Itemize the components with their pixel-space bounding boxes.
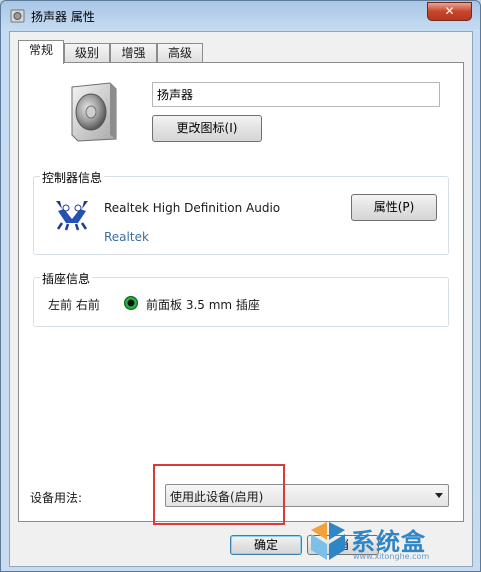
controller-info-group: 控制器信息 Realtek High Definition Audio Real… bbox=[33, 169, 449, 255]
tab-label: 增强 bbox=[121, 46, 146, 60]
device-name-input[interactable] bbox=[152, 82, 440, 107]
tab-advanced[interactable]: 高级 bbox=[157, 43, 203, 63]
jack-info-label: 插座信息 bbox=[40, 270, 93, 287]
realtek-crab-icon bbox=[56, 201, 88, 231]
watermark-logo-icon bbox=[311, 522, 345, 560]
speaker-icon bbox=[71, 82, 117, 142]
change-icon-button[interactable]: 更改图标(I) bbox=[152, 115, 262, 142]
watermark: 系统盒 www.xitonghe.com bbox=[301, 516, 471, 568]
general-panel: 更改图标(I) 控制器信息 Realtek High Definition Au… bbox=[18, 62, 464, 522]
device-usage-label: 设备用法: bbox=[30, 491, 83, 505]
close-button[interactable]: ✕ bbox=[427, 2, 472, 21]
tab-levels[interactable]: 级别 bbox=[64, 43, 110, 63]
close-icon: ✕ bbox=[444, 4, 455, 18]
controller-name: Realtek High Definition Audio bbox=[104, 201, 281, 215]
watermark-url: www.xitonghe.com bbox=[353, 552, 430, 561]
jack-description: 前面板 3.5 mm 插座 bbox=[146, 298, 260, 312]
tab-label: 高级 bbox=[167, 46, 192, 60]
controller-properties-button[interactable]: 属性(P) bbox=[351, 194, 437, 221]
speaker-app-icon bbox=[10, 9, 25, 23]
annotation-highlight-box bbox=[153, 464, 285, 525]
ok-button[interactable]: 确定 bbox=[230, 535, 302, 555]
jack-color-icon bbox=[124, 296, 138, 310]
title-bar[interactable]: 扬声器 属性 ✕ bbox=[1, 1, 481, 31]
tab-general[interactable]: 常规 bbox=[18, 40, 64, 64]
jack-position: 左前 右前 bbox=[48, 298, 100, 312]
window-title: 扬声器 属性 bbox=[31, 10, 95, 24]
controller-info-label: 控制器信息 bbox=[40, 169, 105, 186]
vendor-link[interactable]: Realtek bbox=[104, 230, 149, 244]
tab-label: 常规 bbox=[28, 43, 53, 57]
tab-enhancements[interactable]: 增强 bbox=[110, 43, 157, 63]
chevron-down-icon bbox=[435, 493, 443, 498]
jack-info-group: 插座信息 左前 右前 前面板 3.5 mm 插座 bbox=[33, 270, 449, 327]
tab-label: 级别 bbox=[74, 46, 99, 60]
dialog-window: 扬声器 属性 ✕ 常规 级别 增强 高级 扬声器 更改图标(I) 控制器信息 R… bbox=[0, 0, 481, 572]
